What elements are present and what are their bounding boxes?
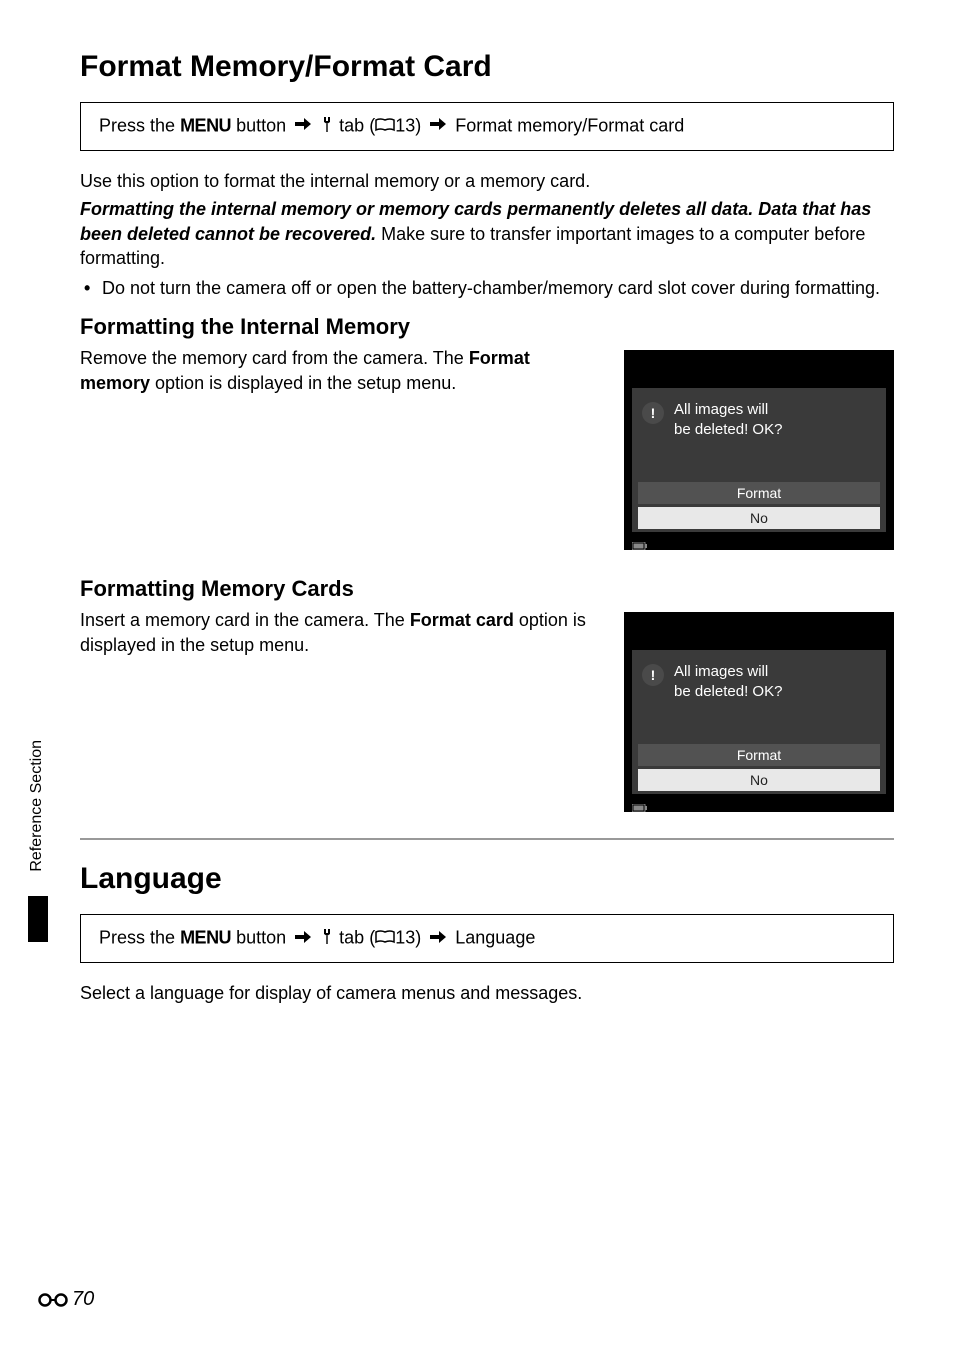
nav-path-box-2: Press the MENU button tab ( 13) Language	[80, 914, 894, 963]
arrow-right-icon	[295, 115, 311, 136]
text-pre: Insert a memory card in the camera. The	[80, 610, 410, 630]
page-title-2: Language	[80, 862, 894, 896]
text-pre: Remove the memory card from the camera. …	[80, 348, 469, 368]
dialog-message: All images will be deleted! OK?	[674, 400, 782, 439]
page-number: 70	[38, 1288, 94, 1311]
section-row-2: Insert a memory card in the camera. The …	[80, 608, 894, 812]
nav-destination: Format memory/Format card	[455, 115, 684, 135]
wrench-icon	[320, 927, 334, 950]
page-number-value: 70	[72, 1288, 94, 1311]
camera-dialog: ! All images will be deleted! OK? Format…	[632, 650, 886, 794]
text-bold: Format card	[410, 610, 514, 630]
warning-icon: !	[642, 402, 664, 424]
subheading-2: Formatting Memory Cards	[80, 576, 894, 602]
camera-dialog: ! All images will be deleted! OK? Format…	[632, 388, 886, 532]
section-divider	[80, 838, 894, 840]
subheading-1: Formatting the Internal Memory	[80, 314, 894, 340]
battery-icon	[632, 537, 648, 545]
bullet-item: Do not turn the camera off or open the b…	[80, 276, 894, 300]
camera-screen-2: ! All images will be deleted! OK? Format…	[624, 612, 894, 812]
section-row-1: Remove the memory card from the camera. …	[80, 346, 894, 550]
reference-section-icon	[38, 1292, 68, 1308]
format-button[interactable]: Format	[638, 744, 880, 766]
nav-press-the: Press the	[99, 115, 175, 135]
nav-press-the: Press the	[99, 928, 175, 948]
msg-line-2: be deleted! OK?	[674, 420, 782, 440]
nav-button-text: button	[236, 928, 286, 948]
side-tab-marker	[28, 896, 48, 942]
side-section-label: Reference Section	[28, 740, 46, 872]
no-button[interactable]: No	[638, 507, 880, 529]
nav-tab-text: tab (	[339, 928, 375, 948]
menu-button-label: MENU	[180, 928, 231, 948]
no-button[interactable]: No	[638, 769, 880, 791]
section-text-1: Remove the memory card from the camera. …	[80, 346, 604, 550]
warning-icon: !	[642, 664, 664, 686]
nav-page-ref: 13)	[395, 115, 421, 135]
page-title-1: Format Memory/Format Card	[80, 50, 894, 84]
warning-text: Formatting the internal memory or memory…	[80, 197, 894, 270]
section-text-2: Insert a memory card in the camera. The …	[80, 608, 604, 812]
msg-line-1: All images will	[674, 662, 782, 682]
nav-page-ref: 13)	[395, 928, 421, 948]
arrow-right-icon	[430, 115, 446, 136]
arrow-right-icon	[295, 928, 311, 949]
msg-line-2: be deleted! OK?	[674, 682, 782, 702]
camera-screen-1: ! All images will be deleted! OK? Format…	[624, 350, 894, 550]
dialog-message: All images will be deleted! OK?	[674, 662, 782, 701]
nav-destination: Language	[455, 928, 535, 948]
msg-line-1: All images will	[674, 400, 782, 420]
menu-button-label: MENU	[180, 115, 231, 135]
format-button[interactable]: Format	[638, 482, 880, 504]
book-icon	[375, 116, 395, 137]
wrench-icon	[320, 115, 334, 138]
nav-path-box-1: Press the MENU button tab ( 13) Format m…	[80, 102, 894, 151]
bullet-list: Do not turn the camera off or open the b…	[80, 276, 894, 300]
battery-icon	[632, 799, 648, 807]
book-icon	[375, 928, 395, 949]
intro-text: Use this option to format the internal m…	[80, 169, 894, 193]
arrow-right-icon	[430, 928, 446, 949]
nav-button-text: button	[236, 115, 286, 135]
text-post: option is displayed in the setup menu.	[150, 373, 456, 393]
nav-tab-text: tab (	[339, 115, 375, 135]
language-body: Select a language for display of camera …	[80, 981, 894, 1005]
